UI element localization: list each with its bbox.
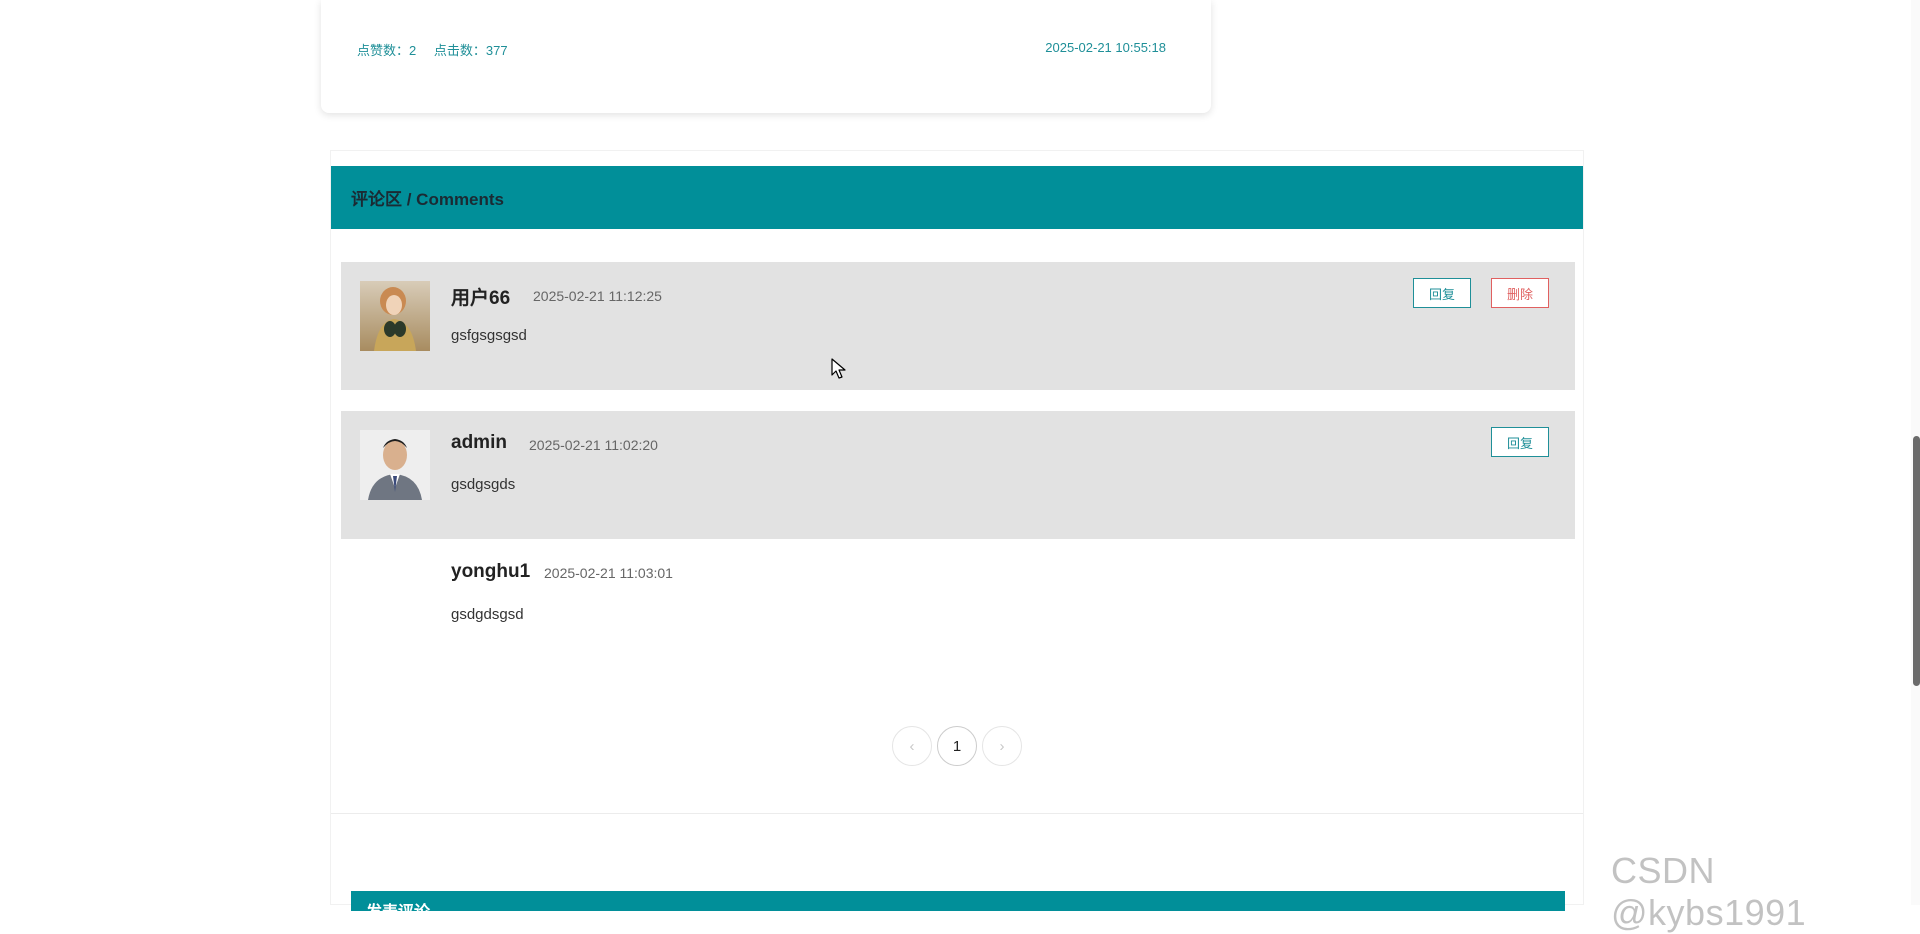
reply-username: yonghu1 bbox=[451, 561, 531, 582]
likes-count: 点赞数：2 bbox=[357, 43, 417, 58]
comments-panel: 评论区 / Comments 用户66 2025-02-21 11:12:25 … bbox=[330, 150, 1584, 911]
article-date: 2025-02-21 10:55:18 bbox=[1045, 40, 1166, 55]
reply-button[interactable]: 回复 bbox=[1413, 278, 1471, 308]
mouse-cursor-icon bbox=[831, 358, 847, 380]
watermark: CSDN @kybs1991 bbox=[1611, 850, 1807, 933]
comment-time: 2025-02-21 11:02:20 bbox=[529, 437, 658, 453]
next-page-button[interactable]: › bbox=[982, 726, 1022, 766]
article-stats: 点赞数：2 点击数：377 bbox=[357, 40, 522, 59]
comment-time: 2025-02-21 11:12:25 bbox=[533, 288, 662, 304]
divider bbox=[331, 813, 1583, 814]
comment-username: 用户66 bbox=[451, 288, 511, 309]
delete-button[interactable]: 删除 bbox=[1491, 278, 1549, 308]
reply-button[interactable]: 回复 bbox=[1491, 427, 1549, 457]
comment-item: admin 2025-02-21 11:02:20 gsdgsgds 回复 bbox=[341, 411, 1575, 539]
comment-text: gsfgsgsgsd bbox=[451, 327, 527, 344]
reply-text: gsdgdsgsd bbox=[451, 606, 524, 623]
scrollbar-thumb[interactable] bbox=[1913, 436, 1920, 686]
comment-text: gsdgsgds bbox=[451, 476, 516, 493]
reply-time: 2025-02-21 11:03:01 bbox=[544, 565, 673, 581]
prev-page-button[interactable]: ‹ bbox=[892, 726, 932, 766]
portrait-illustration-avatar bbox=[360, 281, 430, 351]
page-number-button[interactable]: 1 bbox=[937, 726, 977, 766]
comments-header: 评论区 / Comments bbox=[331, 166, 1583, 229]
post-comment-header: 发表评论 bbox=[351, 891, 1565, 911]
article-card: 点赞数：2 点击数：377 2025-02-21 10:55:18 bbox=[321, 0, 1211, 113]
business-man-avatar bbox=[360, 430, 430, 500]
clicks-count: 点击数：377 bbox=[433, 43, 508, 58]
comment-username: admin bbox=[451, 432, 507, 453]
reply-item: yonghu1 2025-02-21 11:03:01 gsdgdsgsd bbox=[341, 551, 1575, 651]
pagination: ‹ 1 › bbox=[892, 726, 1022, 766]
comment-item: 用户66 2025-02-21 11:12:25 gsfgsgsgsd 回复 删… bbox=[341, 262, 1575, 390]
